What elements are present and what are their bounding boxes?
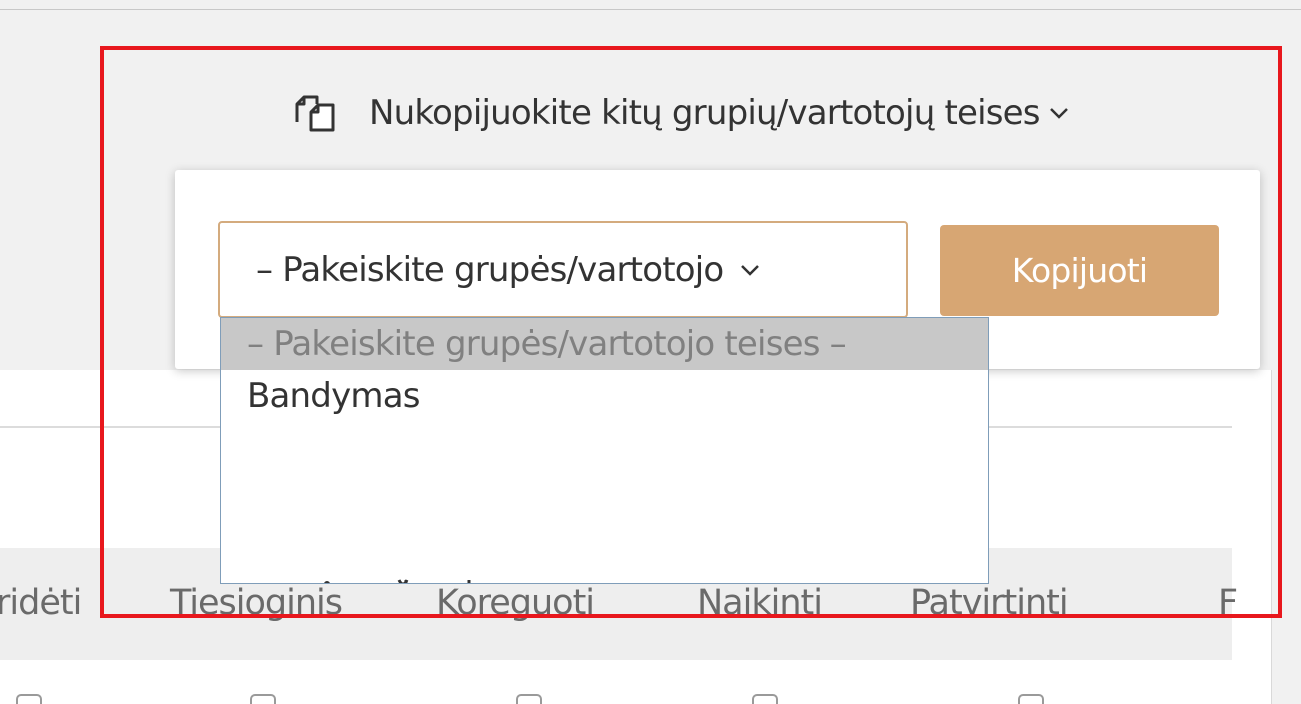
option-placeholder[interactable]: – Pakeiskite grupės/vartotojo teises – — [221, 318, 988, 370]
source-group-select[interactable]: – Pakeiskite grupės/vartotojo — [218, 221, 908, 318]
column-header-direct: Tiesioginis — [170, 583, 343, 623]
column-header-delete: Naikinti — [697, 583, 823, 623]
column-header-approve: Patvirtinti — [910, 583, 1069, 623]
chevron-down-icon — [739, 259, 761, 281]
copy-rights-label: Nukopijuokite kitų grupių/vartotojų teis… — [369, 93, 1041, 133]
column-header-edit: Koreguoti — [436, 583, 595, 623]
copy-icon — [287, 92, 343, 134]
option-bandymas[interactable]: Bandymas — [221, 370, 988, 422]
select-options-list[interactable]: – Pakeiskite grupės/vartotojo teises – B… — [220, 317, 989, 584]
column-header-add: ridėti — [0, 583, 82, 623]
checkbox[interactable] — [250, 694, 276, 704]
select-value: – Pakeiskite grupės/vartotojo — [256, 249, 724, 290]
checkbox[interactable] — [516, 694, 542, 704]
column-header-more: F — [1218, 583, 1238, 623]
chevron-down-icon — [1048, 102, 1070, 124]
option-clipped[interactable] — [247, 562, 507, 583]
checkbox[interactable] — [1018, 694, 1044, 704]
copy-rights-toggle[interactable]: Nukopijuokite kitų grupių/vartotojų teis… — [287, 88, 1070, 138]
top-divider — [0, 9, 1301, 10]
checkbox[interactable] — [752, 694, 778, 704]
checkbox[interactable] — [16, 694, 42, 704]
copy-button[interactable]: Kopijuoti — [940, 225, 1219, 316]
